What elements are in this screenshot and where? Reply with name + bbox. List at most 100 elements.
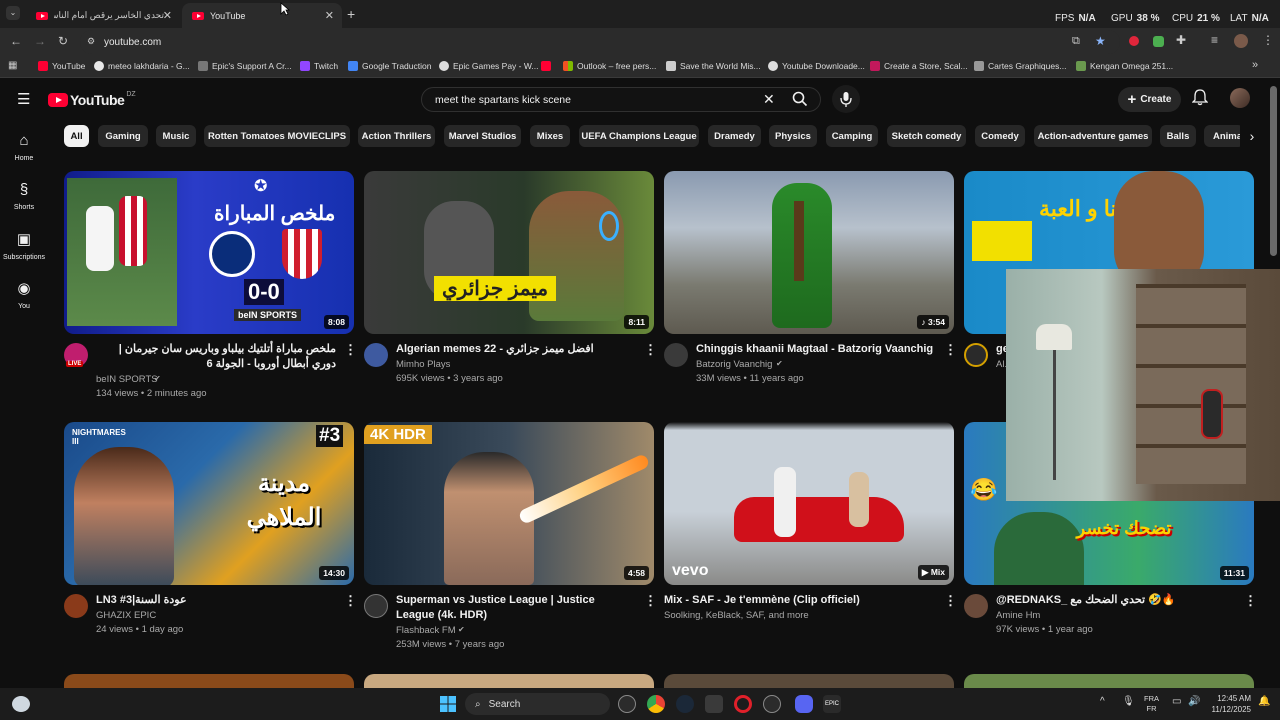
channel-avatar[interactable] bbox=[64, 594, 88, 618]
sidebar-item-home[interactable]: ⌂ Home bbox=[0, 132, 48, 162]
channel-avatar[interactable] bbox=[964, 594, 988, 618]
taskbar-search[interactable]: ⌕ Search bbox=[465, 693, 610, 715]
video-thumbnail-peek[interactable] bbox=[364, 674, 654, 688]
chip-camping[interactable]: Camping bbox=[826, 125, 878, 147]
youtube-logo[interactable]: YouTube DZ bbox=[48, 91, 136, 108]
close-tab-icon[interactable]: ✕ bbox=[325, 9, 334, 22]
chip-sketch-comedy[interactable]: Sketch comedy bbox=[887, 125, 966, 147]
extension-red-icon[interactable] bbox=[1129, 36, 1139, 46]
more-actions-icon[interactable]: ⋮ bbox=[644, 593, 657, 609]
network-icon[interactable]: ▭ bbox=[1172, 696, 1181, 707]
steam-icon[interactable] bbox=[676, 695, 694, 713]
bookmark-item[interactable]: Youtube Downloade... bbox=[768, 61, 865, 71]
channel-avatar[interactable] bbox=[964, 343, 988, 367]
sidebar-item-subscriptions[interactable]: ▣ Subscriptions bbox=[0, 230, 48, 261]
reload-icon[interactable]: ↻ bbox=[58, 34, 68, 48]
tab-list-chevron-icon[interactable]: ⌄ bbox=[6, 6, 20, 20]
notification-bell-icon[interactable]: 🔔 bbox=[1258, 696, 1270, 707]
tab-youtube[interactable]: YouTube ✕ bbox=[182, 3, 342, 28]
channel-name[interactable]: Amine Hm bbox=[996, 610, 1040, 621]
chips-next-chevron-icon[interactable]: › bbox=[1240, 125, 1264, 147]
epic-games-icon[interactable]: EPIC bbox=[823, 695, 841, 713]
weather-widget-icon[interactable] bbox=[12, 696, 30, 712]
windows-start-icon[interactable] bbox=[440, 696, 456, 717]
sidebar-item-you[interactable]: ◉ You bbox=[0, 279, 48, 310]
chip-comedy[interactable]: Comedy bbox=[975, 125, 1025, 147]
discord-icon[interactable] bbox=[795, 695, 813, 713]
video-thumbnail[interactable]: NIGHTMARES III #3 مدينة الملاهي 14:30 bbox=[64, 422, 354, 585]
tray-chevron-icon[interactable]: ^ bbox=[1100, 696, 1105, 707]
video-thumbnail[interactable]: ♪ 3:54 bbox=[664, 171, 954, 334]
bookmark-item[interactable] bbox=[541, 61, 555, 71]
create-button[interactable]: + Create bbox=[1118, 87, 1181, 112]
extensions-puzzle-icon[interactable]: ✚ bbox=[1176, 33, 1186, 47]
bookmark-item[interactable]: Epic's Support A Cr... bbox=[198, 61, 292, 71]
clock[interactable]: 12:45 AM 11/12/2025 bbox=[1205, 693, 1251, 715]
channel-name[interactable]: GHAZIX EPIC bbox=[96, 610, 156, 621]
bookmark-item[interactable]: YouTube bbox=[38, 61, 85, 71]
video-thumbnail-peek[interactable] bbox=[64, 674, 354, 688]
search-input[interactable]: meet the spartans kick scene bbox=[435, 94, 571, 106]
bookmark-item[interactable]: Google Traduction bbox=[348, 61, 431, 71]
bookmark-item[interactable]: Epic Games Pay - W... bbox=[439, 61, 539, 71]
chip-music[interactable]: Music bbox=[156, 125, 196, 147]
more-actions-icon[interactable]: ⋮ bbox=[644, 342, 657, 358]
search-box[interactable]: meet the spartans kick scene ✕ bbox=[421, 87, 821, 112]
chip-physics[interactable]: Physics bbox=[769, 125, 817, 147]
bookmark-item[interactable]: Twitch bbox=[300, 61, 338, 71]
sidebar-item-shorts[interactable]: § Shorts bbox=[0, 181, 48, 211]
chip-mixes[interactable]: Mixes bbox=[530, 125, 570, 147]
address-bar[interactable]: ⚙ youtube.com ⧉ ★ bbox=[80, 30, 1120, 54]
chip-dramedy[interactable]: Dramedy bbox=[708, 125, 761, 147]
video-title[interactable]: ملخص مباراة أتلتيك بيلباو وباريس سان جير… bbox=[96, 342, 336, 372]
chip-action-adventure[interactable]: Action-adventure games bbox=[1034, 125, 1152, 147]
search-icon[interactable] bbox=[792, 91, 808, 112]
new-tab-button[interactable]: + bbox=[347, 6, 355, 22]
channel-name[interactable]: Flashback FM bbox=[396, 625, 456, 636]
chip-balls[interactable]: Balls bbox=[1160, 125, 1196, 147]
tab-prev-video[interactable]: تحدي الخاسر يرقص امام الناس مع... ✕ bbox=[26, 3, 180, 28]
site-info-icon[interactable]: ⚙ bbox=[87, 36, 95, 47]
chip-uefa[interactable]: UEFA Champions League bbox=[579, 125, 699, 147]
chip-animat[interactable]: Animat bbox=[1204, 125, 1244, 147]
media-control-icon[interactable]: ≡ bbox=[1211, 33, 1218, 47]
chip-gaming[interactable]: Gaming bbox=[98, 125, 148, 147]
extension-shield-icon[interactable] bbox=[1153, 36, 1164, 47]
account-avatar[interactable] bbox=[1230, 88, 1250, 108]
back-arrow-icon[interactable]: ← bbox=[10, 34, 22, 48]
more-actions-icon[interactable]: ⋮ bbox=[944, 593, 957, 609]
video-title[interactable]: Superman vs Justice League | Justice Lea… bbox=[396, 593, 636, 623]
app-icon[interactable] bbox=[763, 695, 781, 713]
channel-avatar[interactable] bbox=[364, 343, 388, 367]
chip-marvel-studios[interactable]: Marvel Studios bbox=[444, 125, 521, 147]
voice-search-icon[interactable] bbox=[832, 85, 860, 113]
close-tab-icon[interactable]: ✕ bbox=[163, 9, 172, 22]
video-thumbnail[interactable]: ✪ ملخص المباراة 0-0 beIN SPORTS 8:08 bbox=[64, 171, 354, 334]
channel-name[interactable]: Batzorig Vaanchig bbox=[696, 359, 772, 370]
profile-avatar[interactable] bbox=[1234, 34, 1248, 48]
more-actions-icon[interactable]: ⋮ bbox=[1244, 593, 1257, 609]
page-scrollbar[interactable] bbox=[1270, 86, 1277, 256]
volume-icon[interactable]: 🔊 bbox=[1188, 696, 1200, 707]
video-title[interactable]: Algerian memes 22 - افضل ميمز جزائري bbox=[396, 342, 636, 357]
video-thumbnail-peek[interactable] bbox=[964, 674, 1254, 688]
bookmark-item[interactable]: Kengan Omega 251... bbox=[1076, 61, 1173, 71]
video-thumbnail-peek[interactable] bbox=[664, 674, 954, 688]
clear-search-icon[interactable]: ✕ bbox=[763, 91, 775, 108]
forward-arrow-icon[interactable]: → bbox=[34, 34, 46, 48]
video-thumbnail[interactable]: 4K HDR 4:58 bbox=[364, 422, 654, 585]
app-icon[interactable] bbox=[705, 695, 723, 713]
chip-rotten-tomatoes[interactable]: Rotten Tomatoes MOVIECLIPS bbox=[204, 125, 350, 147]
bookmark-item[interactable]: Create a Store, Scal... bbox=[870, 61, 968, 71]
notifications-bell-icon[interactable] bbox=[1191, 88, 1209, 111]
chip-all[interactable]: All bbox=[64, 125, 89, 147]
chatgpt-icon[interactable] bbox=[618, 695, 636, 713]
apps-grid-icon[interactable]: ▦ bbox=[8, 60, 17, 71]
more-actions-icon[interactable]: ⋮ bbox=[944, 342, 957, 358]
channel-avatar[interactable] bbox=[664, 343, 688, 367]
channel-name[interactable]: beIN SPORTS bbox=[96, 374, 158, 385]
bookmark-item[interactable]: Save the World Mis... bbox=[666, 61, 761, 71]
bookmark-item[interactable]: meteo lakhdaria - G... bbox=[94, 61, 190, 71]
microphone-tray-icon[interactable]: 🎙 bbox=[1122, 696, 1135, 707]
channel-name[interactable]: Mimho Plays bbox=[396, 359, 450, 370]
